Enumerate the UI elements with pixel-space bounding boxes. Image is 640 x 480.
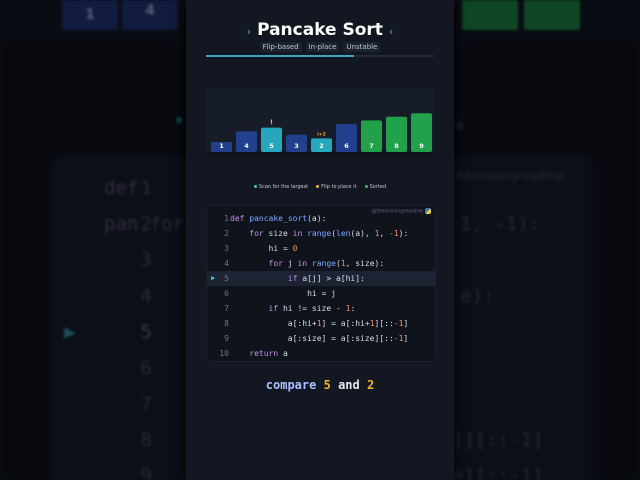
legend-label: Sorted	[369, 184, 387, 190]
tag: Flip-based	[259, 42, 302, 52]
line-number: 3	[224, 244, 229, 253]
bar-chart: 1 4 5! 3 2 i+2 6 7 8 9	[206, 88, 434, 158]
legend-dot-icon	[364, 185, 368, 188]
chart-bar-label: 7	[369, 142, 374, 150]
code-text: for j in range(1, size):	[268, 259, 385, 268]
code-text: if hi != size - 1:	[268, 304, 356, 313]
code-line: 2 for size in range(len(a), 1, -1):	[207, 226, 435, 241]
code-line: 1 def pancake_sort(a):	[207, 211, 435, 226]
code-text: a[:hi+1] = a[:hi+1][::-1]	[230, 319, 409, 328]
status-value-a: 5	[323, 378, 331, 392]
chart-bar-label: 8	[394, 142, 399, 150]
chevron-right-icon: ‹	[388, 25, 394, 38]
chart-bar-label: 1	[219, 142, 224, 150]
status-text: compare 5 and 2	[186, 378, 454, 392]
line-number: 1	[224, 214, 229, 223]
code-text: return a	[249, 349, 288, 358]
code-text: if a[j] > a[hi]:	[287, 274, 365, 283]
code-line: 9 a[:size] = a[:size][::-1]	[207, 331, 435, 346]
legend-label: Scan for the largest	[258, 184, 309, 190]
chart-marker: i+2	[317, 131, 325, 137]
chart-bar-label: 3	[294, 142, 299, 150]
line-number: 9	[224, 334, 229, 343]
chart-floor	[206, 152, 434, 158]
code-line: ▶ 5 if a[j] > a[hi]:	[207, 271, 435, 286]
chart-marker: !	[270, 119, 273, 127]
code-text: def pancake_sort(a):	[230, 214, 327, 223]
video-panel: › Pancake Sort ‹ Flip-based In-place Uns…	[186, 0, 454, 480]
page-title-text: Pancake Sort	[257, 20, 383, 40]
code-text: hi = j	[230, 289, 336, 298]
legend-item: Flip to place it	[316, 184, 357, 190]
status-mid: and	[338, 378, 360, 392]
code-text: for size in range(len(a), 1, -1):	[249, 229, 409, 238]
chart-bar-label: 4	[244, 142, 249, 150]
legend-dot-icon	[253, 185, 257, 188]
line-number: 4	[224, 259, 229, 268]
chart-bar-label: 5	[269, 142, 274, 150]
code-line: 6 hi = j	[207, 286, 435, 301]
chevron-left-icon: ›	[246, 25, 252, 38]
legend-item: Sorted	[364, 184, 387, 190]
status-value-b: 2	[366, 378, 375, 392]
progress-fill	[206, 55, 355, 57]
line-number: 5	[224, 274, 229, 283]
code-text: hi = 0	[230, 244, 298, 253]
code-panel: @themissingreadme 1 def pancake_sort(a): 2…	[206, 205, 436, 362]
code-line: 8 a[:hi+1] = a[:hi+1][::-1]	[207, 316, 435, 331]
line-number: 10	[219, 349, 229, 358]
chart-bar-label: 2	[319, 142, 324, 150]
tag-list: Flip-based In-place Unstable	[186, 42, 454, 52]
legend-item: Scan for the largest	[253, 184, 309, 190]
page-title: › Pancake Sort ‹	[186, 20, 454, 40]
legend: Scan for the largest Flip to place it Sort…	[186, 184, 454, 190]
line-number: 2	[224, 229, 229, 238]
code-line: 7 if hi != size - 1:	[207, 301, 435, 316]
code-text: a[:size] = a[:size][::-1]	[230, 334, 409, 343]
legend-label: Flip to place it	[321, 184, 357, 190]
tag: Unstable	[343, 42, 381, 52]
chart-bar-label: 9	[419, 142, 424, 150]
legend-dot-icon	[316, 185, 320, 188]
code-line: 10 return a	[207, 346, 435, 361]
tag: In-place	[305, 42, 340, 52]
line-number: 6	[224, 289, 229, 298]
chart-bar-label: 6	[344, 142, 349, 150]
line-number: 8	[224, 319, 229, 328]
status-prefix: compare	[265, 378, 317, 392]
code-line: 4 for j in range(1, size):	[207, 256, 435, 271]
line-number: 7	[224, 304, 229, 313]
bar-chart-svg: 1 4 5! 3 2 i+2 6 7 8 9	[206, 113, 434, 158]
code-line: 3 hi = 0	[207, 241, 435, 256]
progress-bar	[206, 55, 434, 57]
